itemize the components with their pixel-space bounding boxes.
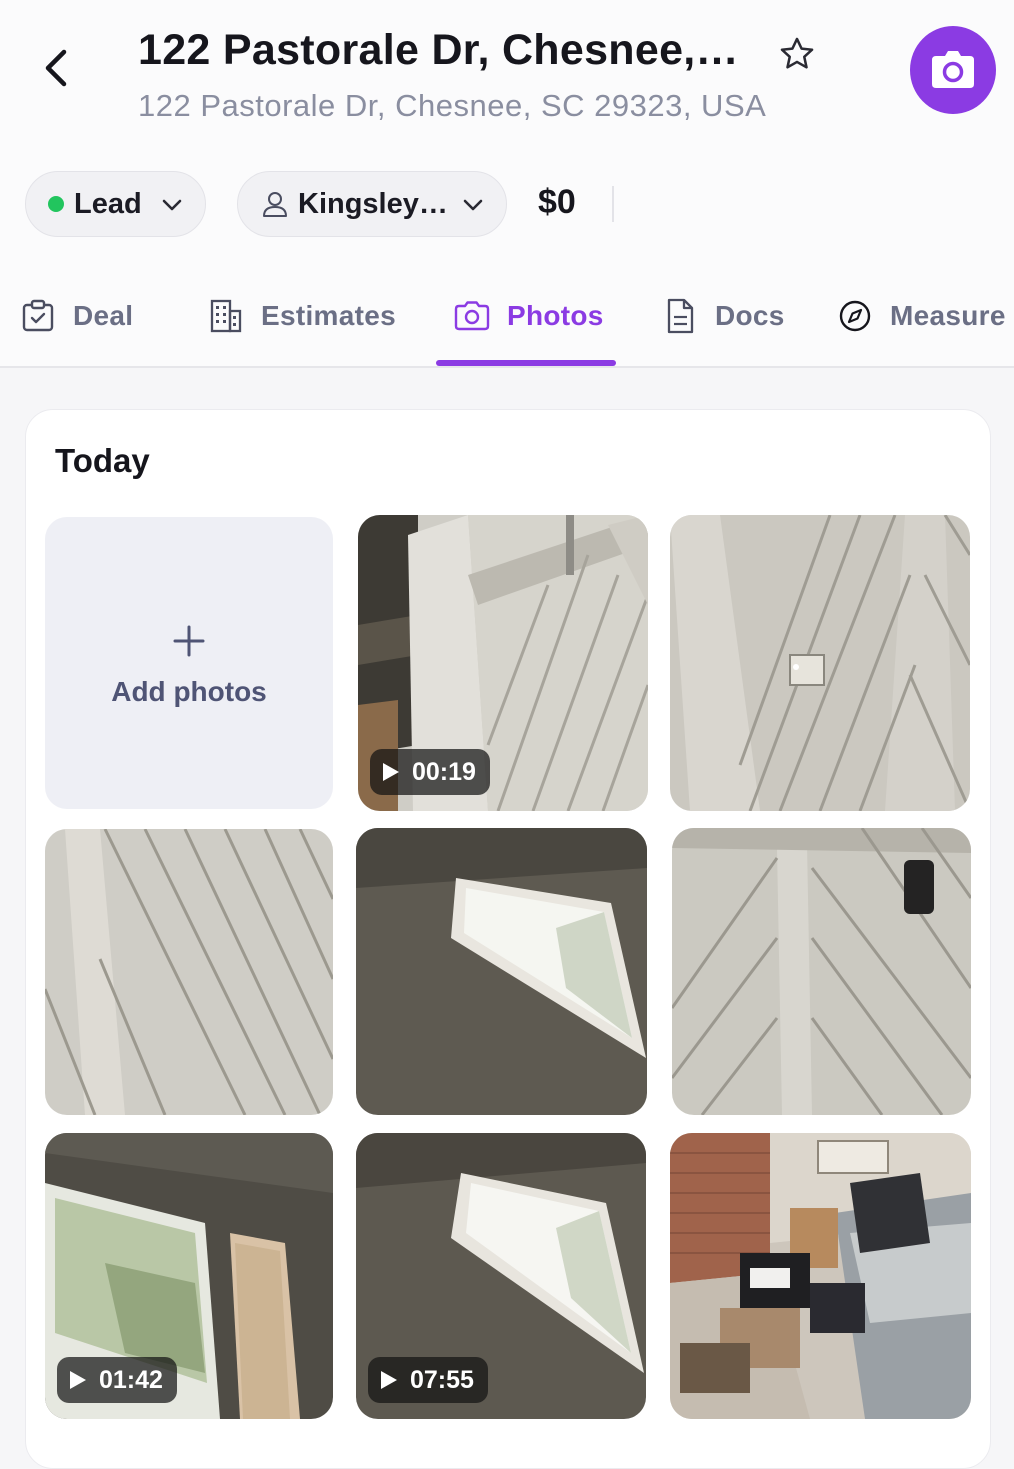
status-dot	[48, 196, 64, 212]
photo-image	[356, 828, 647, 1115]
page-title: 122 Pastorale Dr, Chesnee,…	[138, 26, 739, 74]
tab-estimates[interactable]: Estimates	[208, 290, 396, 342]
media-thumbnail[interactable]: 07:55	[356, 1133, 646, 1419]
chevron-down-icon	[463, 199, 483, 211]
tab-measure[interactable]: Measure	[837, 290, 1006, 342]
assignee-label: Kingsley…	[298, 187, 448, 220]
active-tab-indicator	[436, 360, 616, 366]
deal-amount[interactable]: $0	[538, 183, 576, 222]
document-icon	[662, 298, 698, 334]
clipboard-icon	[20, 298, 56, 334]
video-duration-badge: 01:42	[57, 1357, 177, 1403]
camera-icon	[454, 298, 490, 334]
status-label: Lead	[74, 187, 142, 220]
video-duration: 01:42	[99, 1365, 163, 1394]
video-duration: 07:55	[410, 1365, 474, 1394]
media-thumbnail[interactable]	[356, 828, 647, 1115]
play-icon	[70, 1371, 86, 1389]
assignee-dropdown[interactable]: Kingsley…	[237, 171, 507, 237]
tab-docs[interactable]: Docs	[662, 290, 785, 342]
media-thumbnail[interactable]	[672, 828, 971, 1115]
photo-image	[672, 828, 971, 1115]
video-duration: 00:19	[412, 757, 476, 786]
tab-deal[interactable]: Deal	[20, 290, 133, 342]
tab-docs-label: Docs	[715, 300, 785, 331]
tab-estimates-label: Estimates	[261, 300, 396, 331]
media-thumbnail[interactable]: 00:19	[358, 515, 648, 811]
media-thumbnail[interactable]	[670, 515, 970, 811]
chevron-left-icon	[45, 49, 67, 87]
status-dropdown[interactable]: Lead	[25, 171, 206, 237]
tab-deal-label: Deal	[73, 300, 134, 331]
tab-photos-label: Photos	[507, 300, 604, 331]
video-duration-badge: 07:55	[368, 1357, 488, 1403]
media-thumbnail[interactable]	[670, 1133, 971, 1419]
media-thumbnail[interactable]: 01:42	[45, 1133, 333, 1419]
add-photos-button[interactable]: Add photos	[45, 517, 333, 809]
camera-icon	[932, 51, 974, 88]
section-title: Today	[55, 442, 150, 479]
user-icon	[263, 192, 287, 217]
photo-image	[670, 515, 970, 811]
building-icon	[208, 298, 244, 334]
favorite-button[interactable]	[776, 33, 818, 75]
play-icon	[383, 763, 399, 781]
back-button[interactable]	[36, 44, 76, 92]
tab-photos[interactable]: Photos	[454, 290, 604, 342]
add-photos-label: Add photos	[111, 676, 267, 707]
camera-button[interactable]	[910, 26, 996, 114]
chevron-down-icon	[162, 199, 182, 211]
tab-measure-label: Measure	[890, 300, 1006, 331]
star-outline-icon	[780, 37, 814, 69]
page-subtitle-address: 122 Pastorale Dr, Chesnee, SC 29323, USA	[138, 88, 767, 123]
divider	[612, 186, 614, 222]
media-thumbnail[interactable]	[45, 829, 333, 1115]
photo-image	[670, 1133, 971, 1419]
video-duration-badge: 00:19	[370, 749, 490, 795]
plus-icon	[173, 625, 205, 657]
deal-header: 122 Pastorale Dr, Chesnee,… 122 Pastoral…	[0, 0, 1014, 368]
compass-icon	[837, 298, 873, 334]
photo-image	[45, 829, 333, 1115]
play-icon	[381, 1371, 397, 1389]
